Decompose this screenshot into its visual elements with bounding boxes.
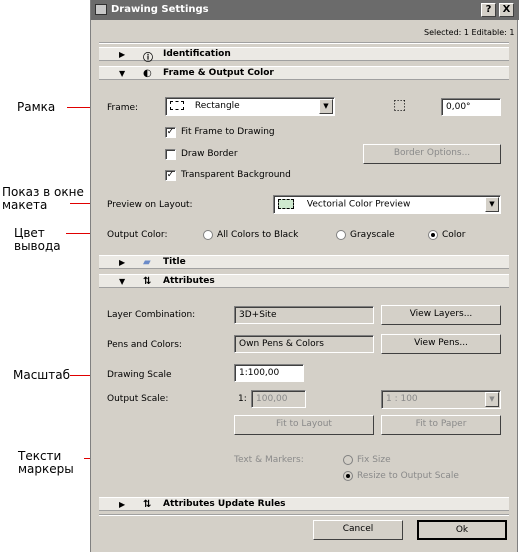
annotation-text-markers: Тексти маркеры	[18, 449, 74, 476]
draw-border-checkbox[interactable]	[165, 149, 176, 160]
pens-colors-field[interactable]: Own Pens & Colors	[234, 335, 374, 353]
frame-color-icon: ◐	[143, 68, 152, 79]
window-title: Drawing Settings	[111, 4, 209, 15]
radio-grayscale[interactable]	[336, 230, 346, 240]
update-rules-icon: ⇅	[143, 499, 152, 510]
chevron-down-icon: ▼	[319, 99, 333, 114]
drawing-scale-field[interactable]: 1:100,00	[234, 364, 304, 382]
output-scale-select[interactable]: 1 : 100 ▼	[381, 390, 501, 409]
selection-count: Selected: 1 Editable: 1	[424, 28, 515, 37]
output-scale-label: Output Scale:	[107, 394, 169, 404]
annotation-preview: Показ в окне макета	[2, 185, 84, 212]
footer-separator	[99, 514, 509, 516]
expand-triangle-icon[interactable]: ▶	[119, 500, 125, 509]
check-icon: ✓	[166, 127, 175, 137]
resize-label: Resize to Output Scale	[357, 471, 459, 481]
help-button[interactable]: ?	[481, 3, 496, 17]
frame-angle-field[interactable]: 0,00°	[441, 98, 501, 116]
section-title[interactable]: ▶ ▰ Title	[99, 255, 509, 269]
collapse-triangle-icon[interactable]: ▼	[119, 69, 125, 78]
frame-angle-icon: ⬚	[393, 97, 407, 113]
radio-all-black[interactable]	[203, 230, 213, 240]
chevron-down-icon: ▼	[485, 392, 499, 407]
attributes-icon: ⇅	[143, 276, 152, 287]
section-identification[interactable]: ▶ ⓘ Identification	[99, 47, 509, 64]
radio-grayscale-label: Grayscale	[350, 230, 395, 240]
section-frame-output[interactable]: ▼ ◐ Frame & Output Color	[99, 66, 509, 80]
annotation-output-color: Цвет вывода	[14, 226, 61, 253]
frame-select[interactable]: Rectangle ▼	[165, 97, 335, 116]
fit-to-paper-button[interactable]: Fit to Paper	[381, 415, 501, 435]
fit-frame-checkbox[interactable]: ✓	[165, 127, 176, 138]
title-icon: ▰	[143, 257, 151, 268]
preview-select[interactable]: Vectorial Color Preview ▼	[273, 195, 501, 214]
pens-colors-label: Pens and Colors:	[107, 340, 182, 350]
info-icon: ⓘ	[143, 53, 153, 64]
fit-frame-label: Fit Frame to Drawing	[181, 127, 275, 137]
expand-triangle-icon[interactable]: ▶	[119, 50, 125, 59]
view-pens-button[interactable]: View Pens...	[381, 334, 501, 354]
cancel-button[interactable]: Cancel	[313, 520, 403, 540]
frame-label: Frame:	[107, 103, 139, 113]
close-button[interactable]: X	[499, 3, 514, 17]
radio-fix-size[interactable]	[343, 455, 353, 465]
annotation-scale: Масштаб	[13, 368, 71, 382]
section-attributes[interactable]: ▼ ⇅ Attributes	[99, 274, 509, 288]
radio-resize[interactable]	[343, 471, 353, 481]
window-icon	[95, 4, 107, 15]
output-scale-prefix: 1:	[238, 394, 247, 404]
section-attributes-update[interactable]: ▶ ⇅ Attributes Update Rules	[99, 497, 509, 511]
vectorial-preview-icon	[278, 199, 294, 209]
rectangle-frame-icon	[170, 101, 184, 110]
transparent-bg-checkbox[interactable]: ✓	[165, 170, 176, 181]
layer-combination-field[interactable]: 3D+Site	[234, 306, 374, 324]
drawing-settings-dialog: Drawing Settings ? X Selected: 1 Editabl…	[90, 0, 519, 552]
radio-all-black-label: All Colors to Black	[217, 230, 299, 240]
output-color-label: Output Color:	[107, 230, 168, 240]
preview-label: Preview on Layout:	[107, 200, 193, 210]
output-scale-field[interactable]: 100,00	[251, 390, 306, 408]
drawing-scale-label: Drawing Scale	[107, 370, 172, 380]
annotation-frame: Рамка	[17, 100, 56, 114]
ok-button[interactable]: Ok	[417, 520, 507, 540]
view-layers-button[interactable]: View Layers...	[381, 305, 501, 325]
radio-color[interactable]	[428, 230, 438, 240]
draw-border-label: Draw Border	[181, 149, 238, 159]
border-options-button[interactable]: Border Options...	[363, 144, 501, 164]
layer-combination-label: Layer Combination:	[107, 310, 196, 320]
fix-size-label: Fix Size	[357, 455, 391, 465]
transparent-bg-label: Transparent Background	[181, 170, 291, 180]
radio-color-label: Color	[442, 230, 466, 240]
text-markers-label: Text & Markers:	[234, 455, 304, 465]
check-icon: ✓	[166, 170, 175, 180]
fit-to-layout-button[interactable]: Fit to Layout	[234, 415, 374, 435]
collapse-triangle-icon[interactable]: ▼	[119, 277, 125, 286]
title-bar: Drawing Settings ? X	[91, 0, 519, 20]
chevron-down-icon: ▼	[485, 197, 499, 212]
header-separator	[99, 42, 509, 44]
expand-triangle-icon[interactable]: ▶	[119, 258, 125, 267]
